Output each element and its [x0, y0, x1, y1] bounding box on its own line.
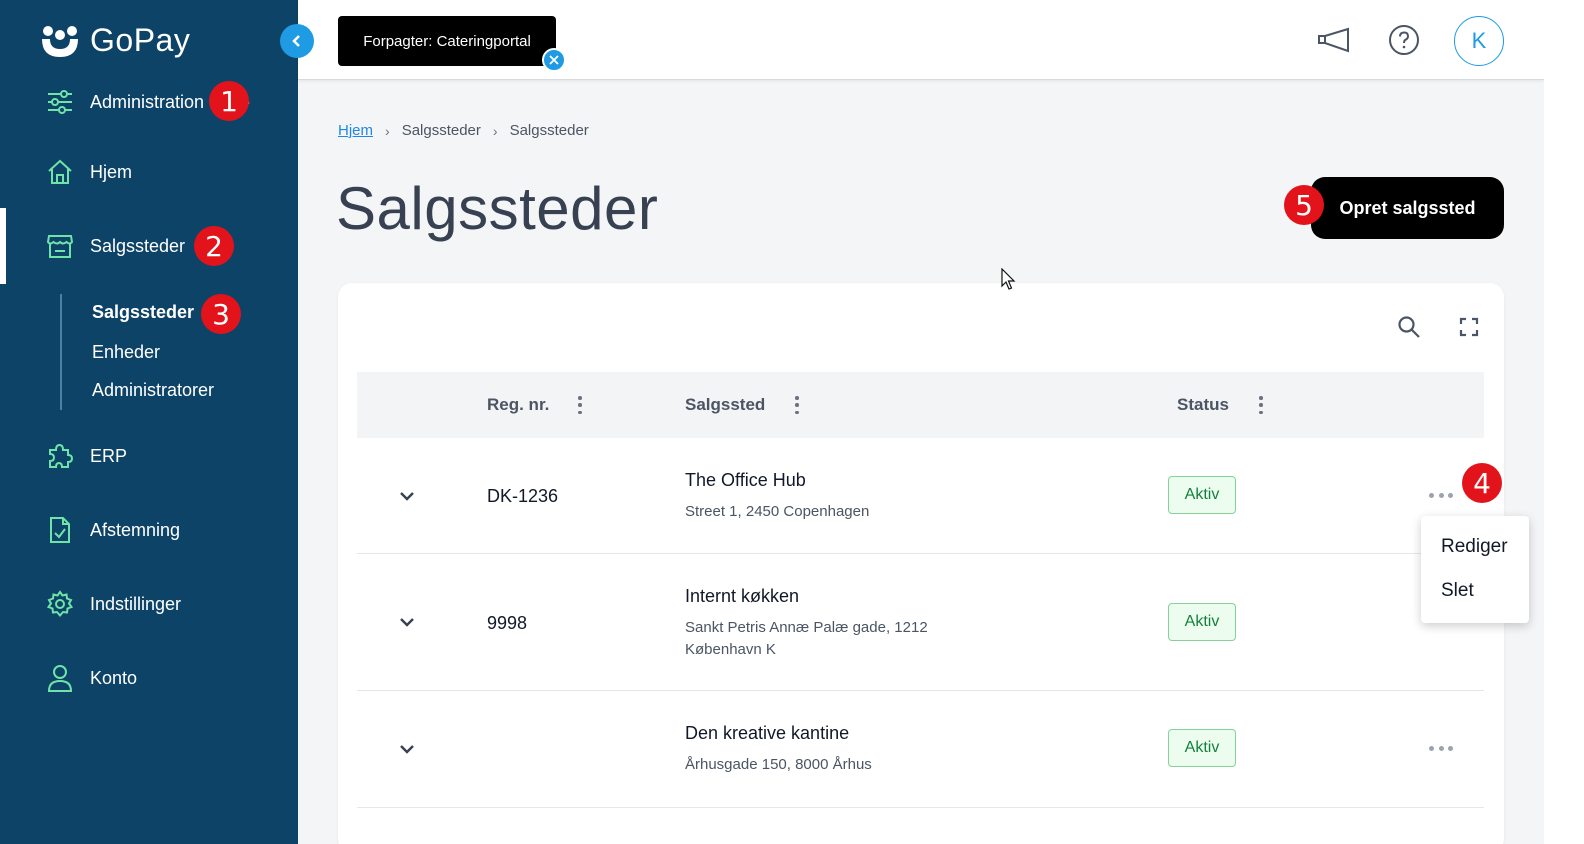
- help-button[interactable]: [1384, 20, 1424, 60]
- chevron-right-icon: ›: [385, 122, 390, 139]
- table-row[interactable]: DK-1236 The Office Hub Street 1, 2450 Co…: [357, 438, 1484, 554]
- row-more-icon[interactable]: [1429, 743, 1453, 753]
- sidebar-item-indstillinger[interactable]: Indstillinger: [0, 576, 298, 632]
- cell-address-line2: København K: [685, 641, 776, 658]
- table-header: Reg. nr. Salgssted Status: [357, 372, 1484, 438]
- status-badge: Aktiv: [1168, 476, 1236, 514]
- help-icon: [1389, 25, 1419, 55]
- sidebar: GoPay Administration › Hjem: [0, 0, 298, 844]
- sidebar-item-erp[interactable]: ERP: [0, 428, 298, 484]
- subnav-item-administratorer[interactable]: Administratorer: [92, 380, 214, 401]
- callout-badge-2: 2: [194, 226, 234, 266]
- fullscreen-icon: [1459, 317, 1479, 337]
- column-menu-icon[interactable]: [577, 396, 583, 414]
- callout-badge-5: 5: [1284, 185, 1324, 225]
- sidebar-item-hjem[interactable]: Hjem: [0, 144, 298, 200]
- table-fullscreen-button[interactable]: [1454, 312, 1484, 342]
- sidebar-item-label: Salgssteder: [90, 235, 186, 256]
- sidebar-item-label: Administration: [90, 91, 205, 112]
- sidebar-item-label: Hjem: [90, 161, 133, 182]
- table-row[interactable]: 9998 Internt køkken Sankt Petris Annæ Pa…: [357, 554, 1484, 691]
- sidebar-item-label: Afstemning: [90, 519, 181, 540]
- store-icon: [46, 232, 74, 260]
- close-icon: [549, 55, 559, 65]
- gopay-logo[interactable]: GoPay: [40, 22, 190, 59]
- menu-item-slet[interactable]: Slet: [1441, 580, 1474, 602]
- announcements-button[interactable]: [1314, 20, 1354, 60]
- puzzle-icon: [46, 442, 74, 470]
- cell-reg: 9998: [487, 613, 528, 633]
- file-check-icon: [46, 516, 74, 544]
- sliders-icon: [46, 88, 74, 116]
- row-more-icon[interactable]: [1429, 490, 1453, 500]
- tenant-chip-label: Forpagter: Cateringportal: [363, 32, 531, 50]
- tenant-chip[interactable]: Forpagter: Cateringportal: [338, 16, 556, 66]
- callout-badge-3: 3: [201, 294, 241, 334]
- page-title: Salgssteder: [336, 175, 659, 242]
- cell-address: Sankt Petris Annæ Palæ gade, 1212: [685, 619, 928, 636]
- cell-address: Århusgade 150, 8000 Århus: [685, 756, 872, 773]
- row-context-menu: Rediger Slet: [1421, 516, 1529, 623]
- sidebar-collapse-button[interactable]: [280, 24, 314, 58]
- column-menu-icon[interactable]: [794, 396, 800, 414]
- breadcrumb: Hjem › Salgssteder › Salgssteder: [338, 122, 589, 139]
- table-search-button[interactable]: [1394, 312, 1424, 342]
- user-avatar[interactable]: K: [1454, 16, 1504, 66]
- chevron-right-icon: ›: [492, 122, 498, 139]
- breadcrumb-current: Salgssteder: [509, 122, 589, 139]
- subnav-item-salgssteder[interactable]: Salgssteder: [92, 302, 194, 323]
- sidebar-subnav: Salgssteder Enheder Administratorer: [60, 294, 280, 410]
- status-badge: Aktiv: [1168, 603, 1236, 641]
- chevron-down-icon: [400, 745, 414, 754]
- column-header-salgssted[interactable]: Salgssted: [685, 372, 765, 438]
- callout-badge-4: 4: [1462, 463, 1502, 503]
- column-header-status[interactable]: Status: [1177, 372, 1229, 438]
- sidebar-item-salgssteder[interactable]: Salgssteder: [0, 208, 298, 284]
- expand-row-button[interactable]: [395, 484, 419, 508]
- cell-name: Internt køkken: [685, 586, 800, 606]
- status-badge: Aktiv: [1168, 729, 1236, 767]
- breadcrumb-home[interactable]: Hjem: [338, 122, 373, 139]
- expand-row-button[interactable]: [395, 610, 419, 634]
- sidebar-item-label: Konto: [90, 667, 138, 688]
- callout-badge-1: 1: [209, 81, 249, 121]
- right-edge: [1544, 0, 1584, 844]
- column-header-reg[interactable]: Reg. nr.: [487, 372, 549, 438]
- cell-reg: DK-1236: [487, 486, 559, 506]
- gopay-logo-icon: [42, 25, 78, 57]
- sidebar-item-label: Indstillinger: [90, 593, 182, 614]
- mouse-cursor-icon: [1001, 268, 1016, 290]
- tenant-chip-close-button[interactable]: [542, 48, 566, 72]
- brand-name: GoPay: [90, 22, 191, 58]
- chevron-down-icon: [400, 492, 414, 501]
- expand-row-button[interactable]: [395, 737, 419, 761]
- column-menu-icon[interactable]: [1258, 396, 1264, 414]
- menu-item-rediger[interactable]: Rediger: [1441, 536, 1508, 558]
- cell-name: The Office Hub: [685, 470, 806, 490]
- subnav-item-enheder[interactable]: Enheder: [92, 342, 160, 363]
- cell-name: Den kreative kantine: [685, 723, 850, 743]
- sidebar-item-afstemning[interactable]: Afstemning: [0, 502, 298, 558]
- user-icon: [46, 664, 74, 692]
- table-row[interactable]: Den kreative kantine Århusgade 150, 8000…: [357, 691, 1484, 808]
- gear-icon: [46, 590, 74, 618]
- sidebar-item-label: ERP: [90, 445, 128, 466]
- create-location-button[interactable]: Opret salgssted: [1311, 177, 1504, 239]
- home-icon: [46, 158, 74, 186]
- sidebar-item-konto[interactable]: Konto: [0, 650, 298, 706]
- breadcrumb-item: Salgssteder: [401, 122, 481, 139]
- chevron-down-icon: [400, 618, 414, 627]
- cell-address: Street 1, 2450 Copenhagen: [685, 503, 870, 520]
- chevron-left-icon: [292, 35, 300, 47]
- sidebar-item-administration[interactable]: Administration ›: [0, 74, 298, 130]
- top-bar: Forpagter: Cateringportal K: [298, 0, 1544, 80]
- search-icon: [1398, 316, 1420, 338]
- megaphone-icon: [1318, 27, 1349, 53]
